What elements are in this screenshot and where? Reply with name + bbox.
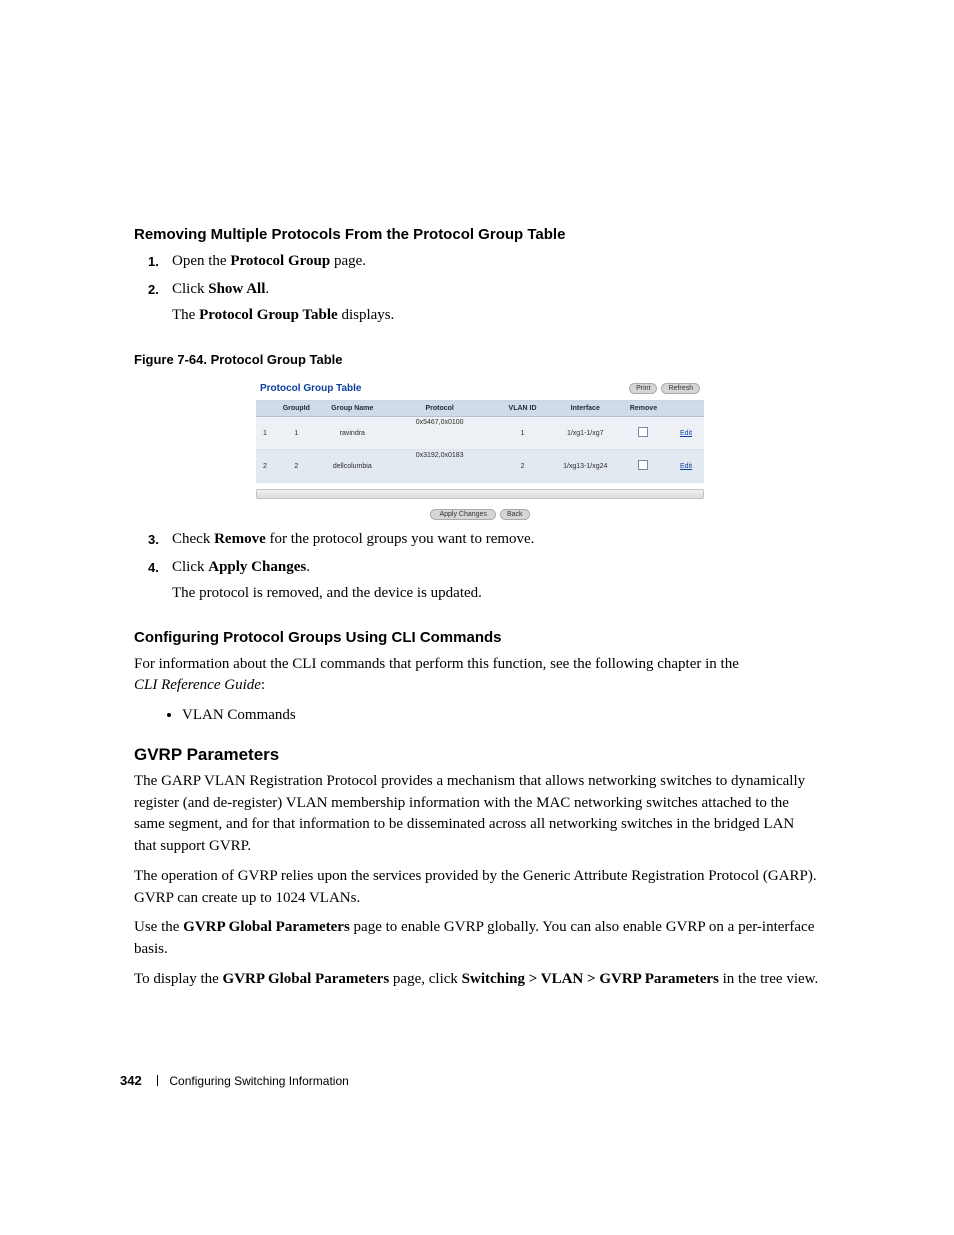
figure-caption: Figure 7-64. Protocol Group Table bbox=[134, 352, 820, 367]
heading-remove-multiple: Removing Multiple Protocols From the Pro… bbox=[134, 226, 820, 243]
edit-link[interactable]: Edit bbox=[680, 463, 692, 470]
cell-groupid: 1 bbox=[274, 417, 319, 450]
text-bold: Switching > VLAN > GVRP Parameters bbox=[462, 971, 719, 987]
text-bold: Remove bbox=[214, 531, 266, 547]
heading-gvrp: GVRP Parameters bbox=[134, 745, 820, 765]
cell-vlanid: 1 bbox=[493, 417, 551, 450]
text: . bbox=[265, 281, 269, 297]
protocol-group-table-screenshot: Protocol Group Table Print Refresh Group… bbox=[256, 377, 704, 521]
cell-vlanid: 2 bbox=[493, 450, 551, 483]
footer-separator-icon bbox=[157, 1075, 158, 1086]
col-vlanid: VLAN ID bbox=[493, 401, 551, 417]
edit-link[interactable]: Edit bbox=[680, 430, 692, 437]
cell-index: 1 bbox=[256, 417, 274, 450]
text-bold: Show All bbox=[208, 281, 265, 297]
cell-groupname: ravindra bbox=[319, 417, 386, 450]
refresh-button[interactable]: Refresh bbox=[661, 383, 700, 394]
scrollbar[interactable] bbox=[256, 489, 704, 499]
apply-changes-button[interactable]: Apply Changes bbox=[430, 509, 495, 520]
step-1: Open the Protocol Group page. bbox=[134, 251, 820, 273]
cli-reference-guide: CLI Reference Guide bbox=[134, 677, 261, 693]
text: displays. bbox=[338, 307, 395, 323]
cell-remove bbox=[619, 417, 668, 450]
text: . bbox=[306, 559, 310, 575]
text: The protocol is removed, and the device … bbox=[172, 585, 482, 601]
text-bold: GVRP Global Parameters bbox=[223, 971, 390, 987]
cell-protocol: 0x3192,0x0183 bbox=[386, 450, 494, 483]
cell-groupid: 2 bbox=[274, 450, 319, 483]
text-bold: Protocol Group bbox=[230, 253, 330, 269]
text-bold: GVRP Global Parameters bbox=[183, 919, 350, 935]
protocol-group-table: GroupId Group Name Protocol VLAN ID Inte… bbox=[256, 401, 704, 483]
col-remove: Remove bbox=[619, 401, 668, 417]
cell-index: 2 bbox=[256, 450, 274, 483]
step-2: Click Show All. The Protocol Group Table… bbox=[134, 279, 820, 327]
heading-cli: Configuring Protocol Groups Using CLI Co… bbox=[134, 629, 820, 646]
table-row: 1 1 ravindra 0x5467,0x0100 1 1/xg1-1/xg7… bbox=[256, 417, 704, 450]
footer-section-title: Configuring Switching Information bbox=[169, 1074, 348, 1088]
panel-title: Protocol Group Table bbox=[260, 383, 361, 394]
body-text: For information about the CLI commands t… bbox=[134, 654, 820, 698]
text: for the protocol groups you want to remo… bbox=[266, 531, 535, 547]
col-actions bbox=[668, 401, 704, 417]
text: Click bbox=[172, 559, 208, 575]
table-header-row: GroupId Group Name Protocol VLAN ID Inte… bbox=[256, 401, 704, 417]
col-groupid: GroupId bbox=[274, 401, 319, 417]
text-bold: Apply Changes bbox=[208, 559, 306, 575]
step-3: Check Remove for the protocol groups you… bbox=[134, 529, 820, 551]
cell-groupname: dellcolumbia bbox=[319, 450, 386, 483]
body-text: The operation of GVRP relies upon the se… bbox=[134, 866, 820, 910]
col-index bbox=[256, 401, 274, 417]
body-text: To display the GVRP Global Parameters pa… bbox=[134, 969, 820, 991]
text: Use the bbox=[134, 919, 183, 935]
text: Open the bbox=[172, 253, 230, 269]
cell-interface: 1/xg13-1/xg24 bbox=[552, 450, 619, 483]
remove-checkbox[interactable] bbox=[638, 460, 648, 470]
page-number: 342 bbox=[120, 1073, 142, 1088]
table-row: 2 2 dellcolumbia 0x3192,0x0183 2 1/xg13-… bbox=[256, 450, 704, 483]
text: page, click bbox=[389, 971, 461, 987]
text: To display the bbox=[134, 971, 223, 987]
text: Check bbox=[172, 531, 214, 547]
cell-protocol: 0x5467,0x0100 bbox=[386, 417, 494, 450]
text: For information about the CLI commands t… bbox=[134, 656, 739, 672]
col-protocol: Protocol bbox=[386, 401, 494, 417]
text-bold: Protocol Group Table bbox=[199, 307, 338, 323]
col-interface: Interface bbox=[552, 401, 619, 417]
cell-interface: 1/xg1-1/xg7 bbox=[552, 417, 619, 450]
text: in the tree view. bbox=[719, 971, 818, 987]
back-button[interactable]: Back bbox=[500, 509, 530, 520]
body-text: Use the GVRP Global Parameters page to e… bbox=[134, 917, 820, 961]
body-text: The GARP VLAN Registration Protocol prov… bbox=[134, 771, 820, 858]
cell-remove bbox=[619, 450, 668, 483]
text: : bbox=[261, 677, 265, 693]
step-4: Click Apply Changes. The protocol is rem… bbox=[134, 557, 820, 605]
text: Click bbox=[172, 281, 208, 297]
text: The bbox=[172, 307, 199, 323]
page-footer: 342 Configuring Switching Information bbox=[120, 1073, 349, 1088]
list-item: VLAN Commands bbox=[182, 705, 820, 727]
remove-checkbox[interactable] bbox=[638, 427, 648, 437]
text: page. bbox=[330, 253, 366, 269]
print-button[interactable]: Print bbox=[629, 383, 657, 394]
col-groupname: Group Name bbox=[319, 401, 386, 417]
